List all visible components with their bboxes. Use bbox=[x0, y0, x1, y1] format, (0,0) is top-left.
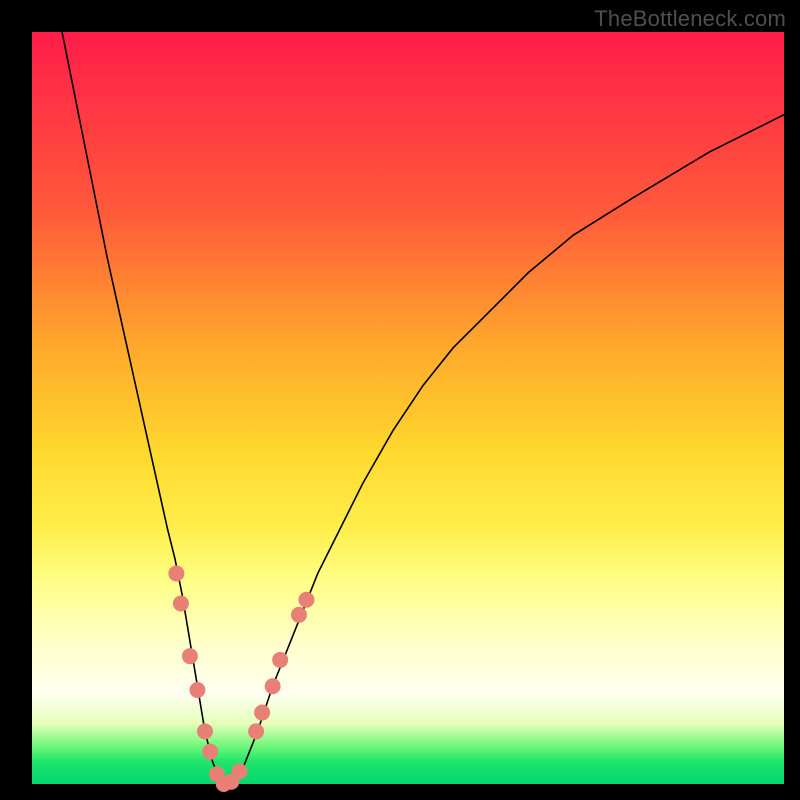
curve-marker bbox=[265, 679, 280, 694]
curve-marker bbox=[255, 705, 270, 720]
curve-marker bbox=[299, 592, 314, 607]
curve-marker bbox=[169, 566, 184, 581]
bottleneck-curve bbox=[62, 32, 784, 784]
watermark-text: TheBottleneck.com bbox=[594, 6, 786, 32]
curve-marker bbox=[182, 649, 197, 664]
chart-svg bbox=[32, 32, 784, 784]
chart-stage: TheBottleneck.com bbox=[0, 0, 800, 800]
curve-marker bbox=[197, 724, 212, 739]
curve-marker bbox=[190, 683, 205, 698]
curve-marker bbox=[273, 652, 288, 667]
plot-area bbox=[32, 32, 784, 784]
curve-marker bbox=[249, 724, 264, 739]
curve-marker bbox=[232, 764, 247, 779]
curve-marker bbox=[203, 744, 218, 759]
curve-marker bbox=[291, 607, 306, 622]
curve-marker bbox=[173, 596, 188, 611]
marker-group bbox=[169, 566, 314, 792]
